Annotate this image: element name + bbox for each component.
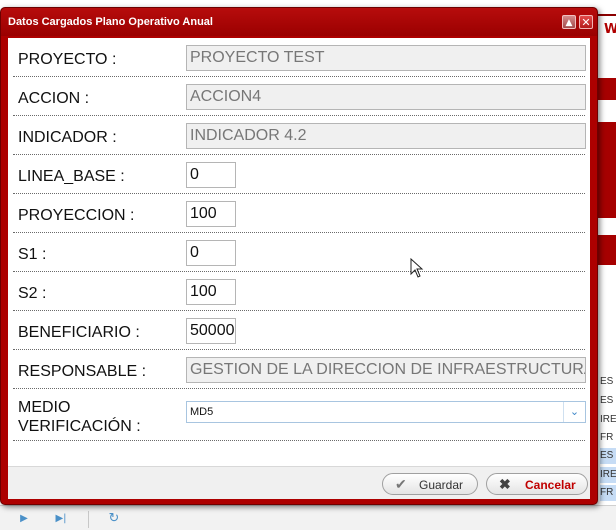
pagination-separator: [88, 511, 89, 528]
s2-input[interactable]: 100: [186, 279, 236, 305]
form-row-proyecto: PROYECTO : PROYECTO TEST: [13, 40, 586, 77]
form-row-s1: S1 : 0: [13, 235, 585, 272]
indicador-field: INDICADOR 4.2: [186, 123, 586, 149]
last-page-icon[interactable]: ▶|: [55, 513, 67, 525]
background-list-item[interactable]: ES: [600, 374, 616, 390]
medio-verificacion-label-line1: MEDIO: [18, 399, 71, 416]
save-button-label: Guardar: [419, 478, 464, 492]
proyecto-label: PROYECTO :: [18, 51, 117, 68]
indicador-label: INDICADOR :: [18, 129, 117, 146]
background-list-item[interactable]: IRE: [600, 467, 616, 483]
cancel-x-icon: ✖: [499, 476, 511, 492]
form-row-medio-verificacion: MEDIO VERIFICACIÓN : MD5 ⌄: [13, 391, 586, 441]
next-page-icon[interactable]: ▶: [18, 513, 30, 525]
form-row-responsable: RESPONSABLE : GESTION DE LA DIRECCION DE…: [13, 352, 586, 389]
form-row-proyeccion: PROYECCION : 100: [13, 196, 585, 233]
background-red-tab: [598, 235, 616, 265]
background-red-bar: [598, 78, 616, 100]
responsable-field: GESTION DE LA DIRECCION DE INFRAESTRUCTU…: [186, 357, 586, 383]
dialog-title: Datos Cargados Plano Operativo Anual: [8, 16, 213, 28]
form-row-linea-base: LINEA_BASE : 0: [13, 157, 585, 194]
medio-verificacion-select[interactable]: MD5 ⌄: [186, 401, 586, 423]
cancel-button-label: Cancelar: [525, 478, 576, 492]
background-pagination-bar: [0, 505, 616, 530]
proyecto-field: PROYECTO TEST: [186, 45, 586, 71]
background-list-item[interactable]: IRE: [600, 412, 616, 428]
s2-label: S2 :: [18, 285, 47, 302]
save-button[interactable]: ✔ Guardar: [382, 473, 478, 495]
background-list-item[interactable]: FR: [600, 430, 616, 446]
cancel-button[interactable]: ✖ Cancelar: [486, 473, 588, 495]
beneficiario-input[interactable]: 50000: [186, 318, 236, 344]
form-row-accion: ACCION : ACCION4: [13, 79, 586, 116]
refresh-icon[interactable]: ↻: [108, 512, 120, 525]
dialog-footer: ✔ Guardar ✖ Cancelar: [8, 466, 590, 499]
background-red-block: [598, 122, 616, 218]
form-row-beneficiario: BENEFICIARIO : 50000: [13, 313, 585, 350]
collapse-icon[interactable]: ▲: [562, 15, 576, 29]
close-icon[interactable]: ✕: [579, 15, 593, 29]
form-row-indicador: INDICADOR : INDICADOR 4.2: [13, 118, 586, 155]
proyeccion-label: PROYECCION :: [18, 207, 135, 224]
accion-field: ACCION4: [186, 84, 586, 110]
s1-label: S1 :: [18, 246, 47, 263]
linea-base-input[interactable]: 0: [186, 162, 236, 188]
background-list-item[interactable]: FR: [600, 485, 616, 501]
dialog-form: PROYECTO : PROYECTO TEST ACCION : ACCION…: [8, 38, 590, 466]
dialog-titlebar[interactable]: Datos Cargados Plano Operativo Anual ▲ ✕: [1, 8, 597, 36]
linea-base-label: LINEA_BASE :: [18, 168, 125, 185]
s1-input[interactable]: 0: [186, 240, 236, 266]
beneficiario-label: BENEFICIARIO :: [18, 324, 140, 341]
responsable-label: RESPONSABLE :: [18, 363, 147, 380]
chevron-down-icon[interactable]: ⌄: [563, 402, 585, 422]
background-app-panel: W ES ES IRE FR ES IRE FR: [598, 0, 616, 530]
checkmark-icon: ✔: [395, 476, 407, 492]
form-row-s2: S2 : 100: [13, 274, 585, 311]
background-panel-header: W: [598, 14, 616, 48]
medio-verificacion-label-line2: VERIFICACIÓN :: [18, 418, 141, 435]
proyeccion-input[interactable]: 100: [186, 201, 236, 227]
background-header-text: W: [604, 22, 616, 37]
mouse-pointer-icon: [410, 258, 424, 278]
background-list-item[interactable]: ES: [600, 393, 616, 409]
poa-data-dialog: Datos Cargados Plano Operativo Anual ▲ ✕…: [0, 7, 598, 505]
background-list-item[interactable]: ES: [600, 448, 616, 464]
accion-label: ACCION :: [18, 90, 90, 107]
medio-verificacion-selected-value: MD5: [190, 406, 214, 418]
